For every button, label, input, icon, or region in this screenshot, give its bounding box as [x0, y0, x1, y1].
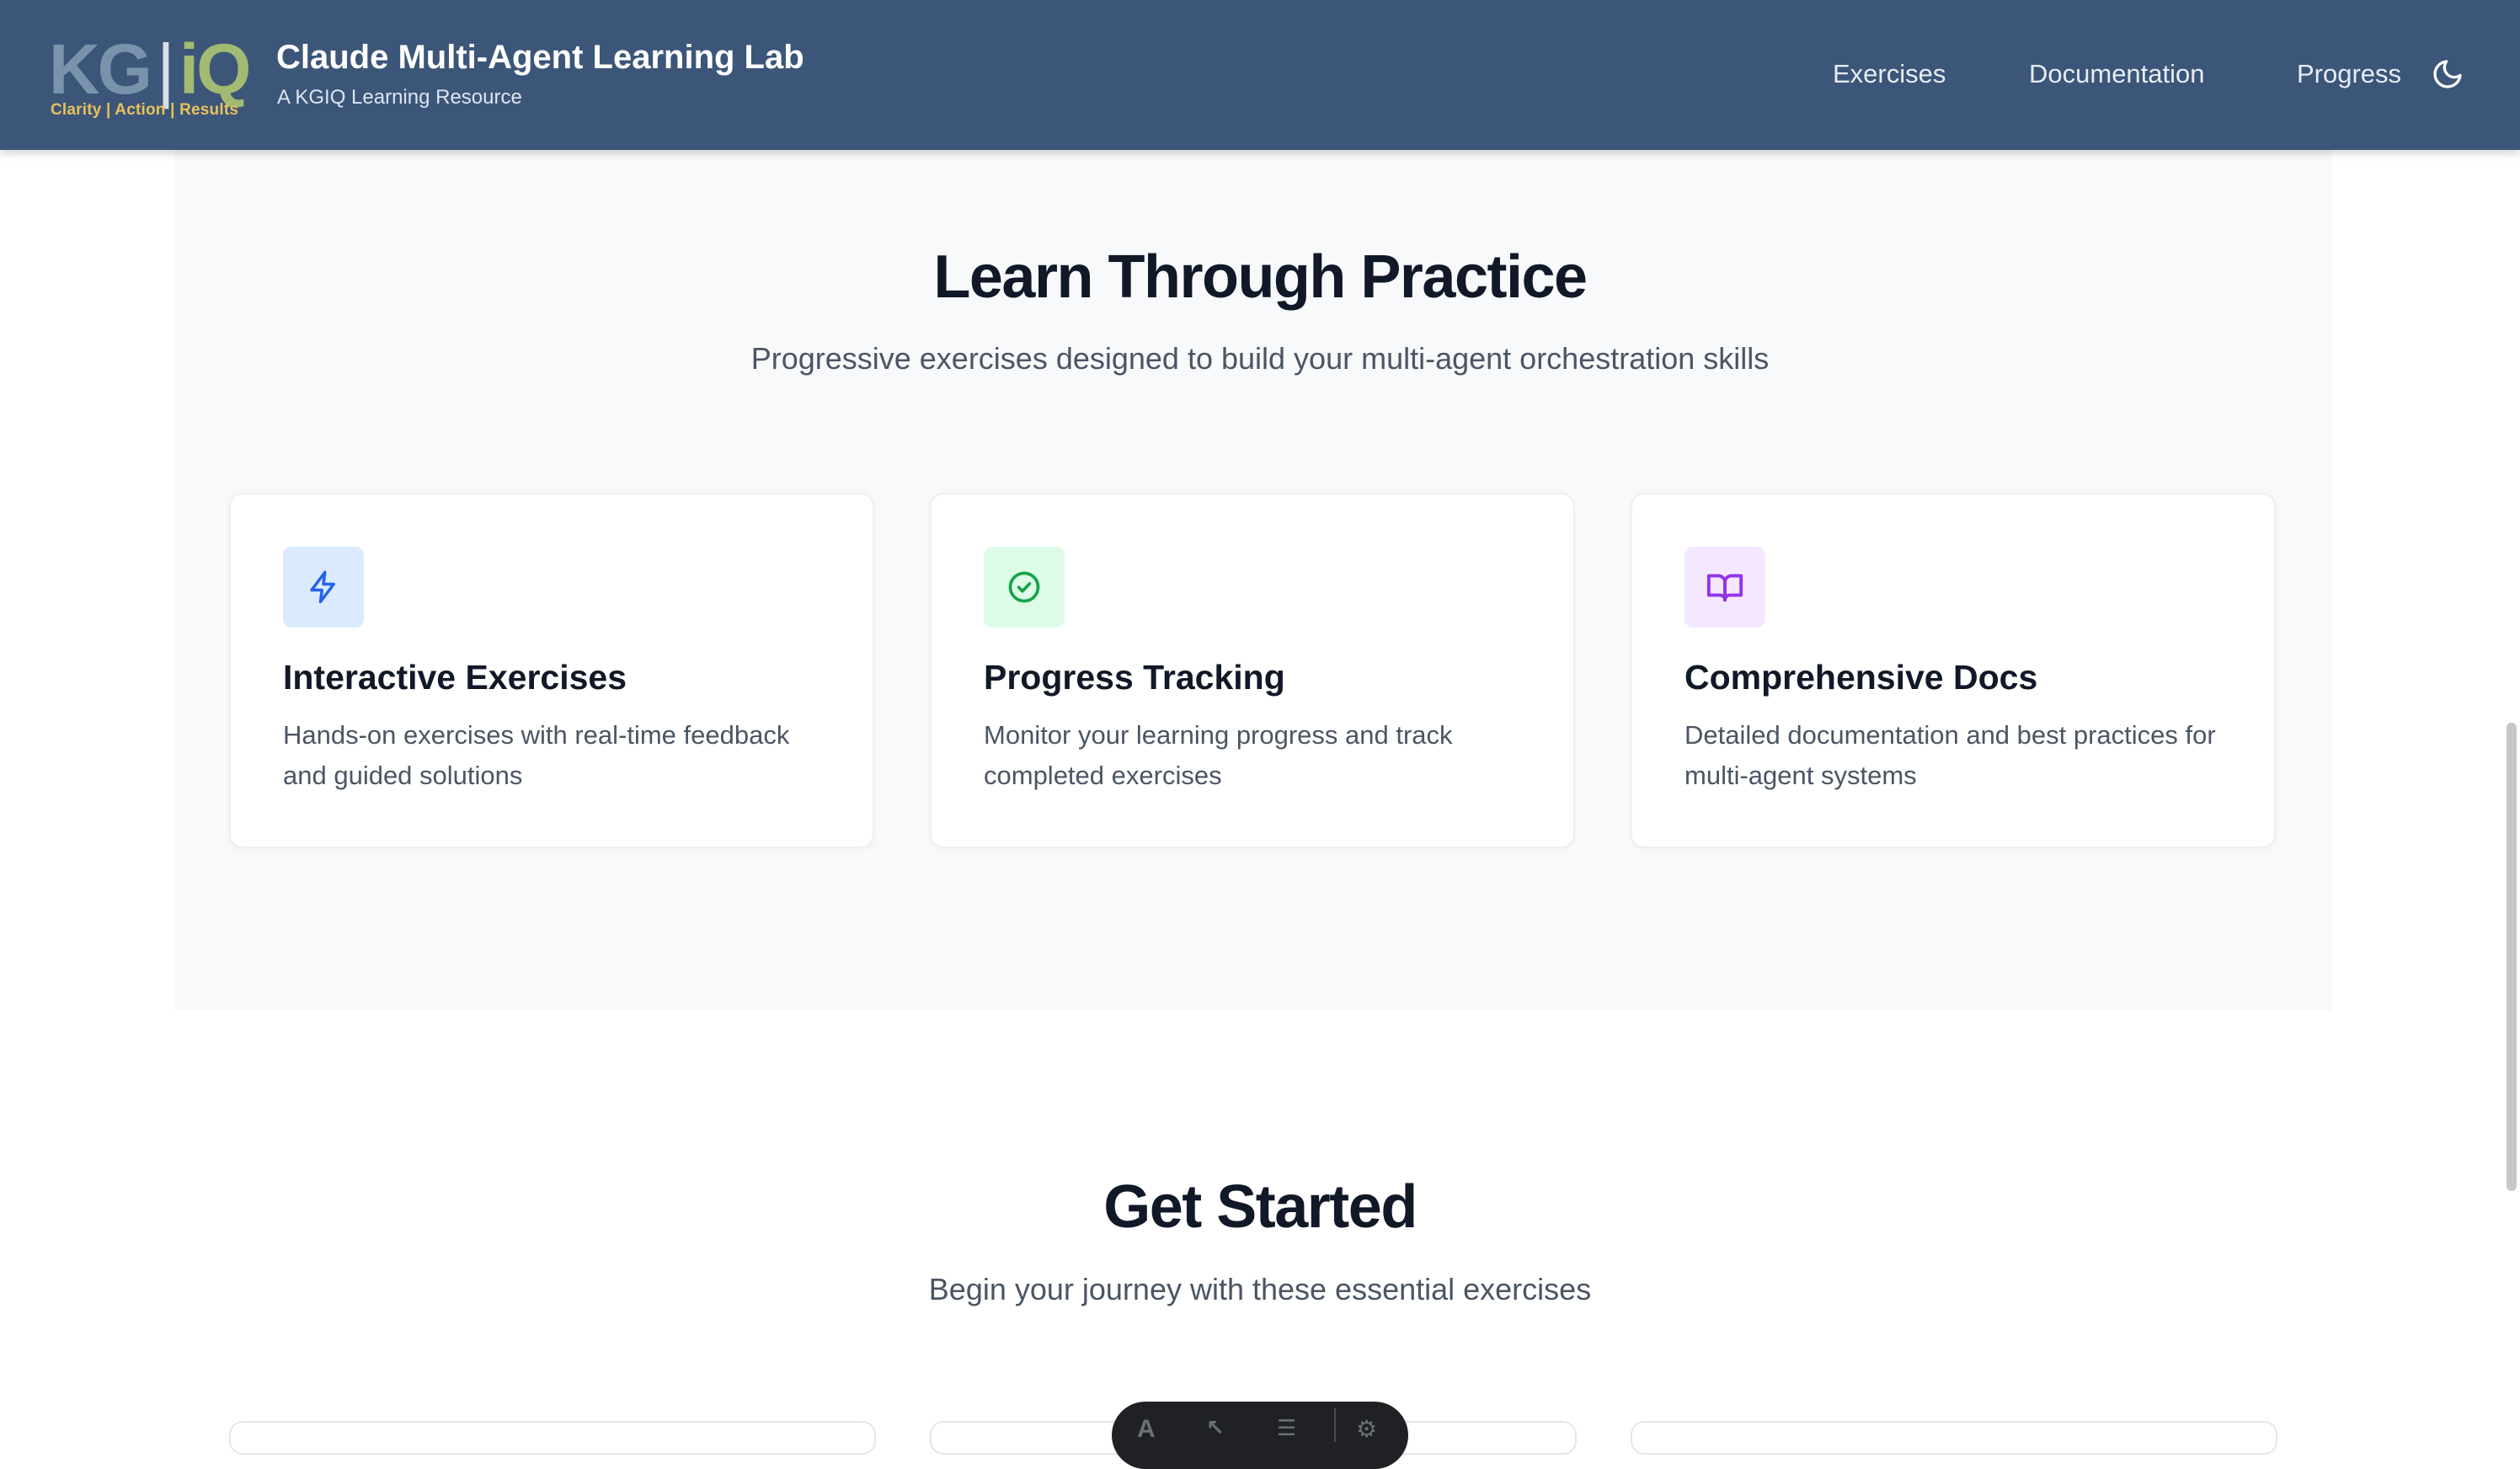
feature-icon-box	[1684, 547, 1765, 628]
features-subheading: Progressive exercises designed to build …	[750, 341, 1770, 376]
text-tool-icon[interactable]: A	[1137, 1415, 1156, 1444]
exercise-card[interactable]	[229, 1421, 876, 1455]
site-title[interactable]: Claude Multi-Agent Learning Lab	[276, 39, 804, 77]
list-tool-icon[interactable]: ☰	[1277, 1415, 1296, 1441]
get-started-heading: Get Started	[1103, 1173, 1418, 1241]
toolbar-divider	[1334, 1408, 1336, 1442]
logo-mark: KG|iQ	[49, 29, 252, 109]
site-subtitle: A KGIQ Learning Resource	[277, 86, 522, 109]
lightning-icon	[310, 570, 335, 604]
feature-card-interactive-exercises: Interactive Exercises Hands-on exercises…	[229, 493, 874, 848]
nav-link-progress[interactable]: Progress	[2297, 59, 2401, 89]
logo-tagline: Clarity | Action | Results	[51, 101, 239, 119]
feature-card-title: Comprehensive Docs	[1684, 658, 2038, 697]
feature-card-description: Detailed documentation and best practice…	[1684, 720, 2216, 790]
feature-card-progress-tracking: Progress Tracking Monitor your learning …	[930, 493, 1575, 848]
feature-card-comprehensive-docs: Comprehensive Docs Detailed documentatio…	[1631, 493, 2276, 848]
gear-icon[interactable]: ⚙	[1356, 1415, 1377, 1443]
book-open-icon	[1706, 574, 1743, 602]
moon-icon	[2433, 60, 2462, 88]
feature-card-title: Progress Tracking	[984, 658, 1285, 697]
feature-card-description: Hands-on exercises with real-time feedba…	[283, 720, 790, 790]
feature-icon-box	[984, 547, 1065, 628]
logo-divider: |	[157, 29, 175, 109]
scrollbar-thumb[interactable]	[2507, 723, 2517, 1191]
exercise-card[interactable]	[1631, 1421, 2277, 1455]
feature-icon-box	[283, 547, 364, 628]
kgiq-logo[interactable]: KG|iQ Clarity | Action | Results	[49, 34, 256, 121]
get-started-subheading: Begin your journey with these essential …	[928, 1272, 1592, 1306]
features-heading: Learn Through Practice	[933, 243, 1588, 311]
floating-toolbar[interactable]: A ↖ ☰ ⚙	[1112, 1402, 1408, 1469]
theme-toggle-button[interactable]	[2431, 57, 2464, 91]
nav-link-exercises[interactable]: Exercises	[1833, 59, 1946, 89]
pointer-tool-icon[interactable]: ↖	[1206, 1415, 1225, 1441]
nav-link-documentation[interactable]: Documentation	[2029, 59, 2205, 89]
feature-card-title: Interactive Exercises	[283, 658, 627, 697]
top-header: KG|iQ Clarity | Action | Results Claude …	[0, 0, 2520, 150]
feature-card-description: Monitor your learning progress and track…	[984, 720, 1453, 790]
check-circle-icon	[1008, 571, 1040, 603]
